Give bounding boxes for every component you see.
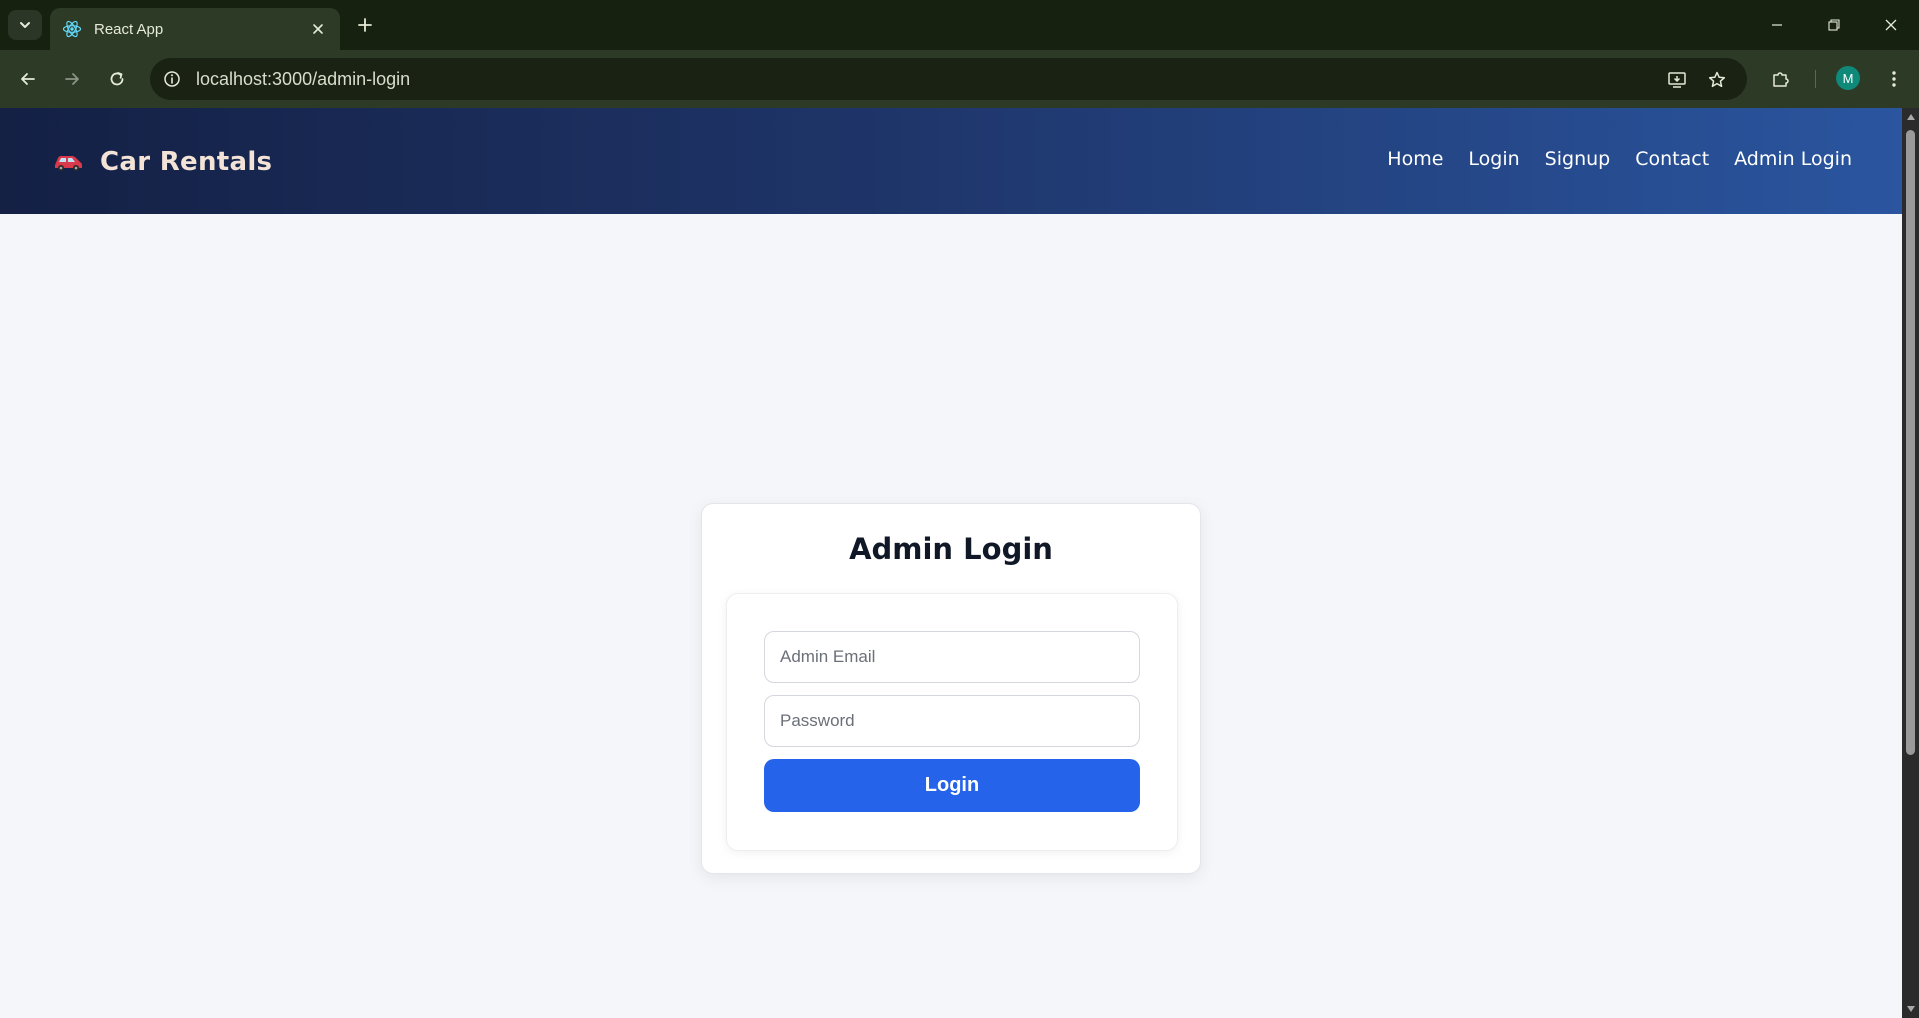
car-icon bbox=[55, 156, 82, 171]
browser-tab-strip: React App bbox=[0, 0, 1919, 50]
main-nav: Home Login Signup Contact Admin Login bbox=[1387, 148, 1852, 170]
tab-search-button[interactable] bbox=[8, 10, 42, 40]
admin-login-form: Login bbox=[726, 593, 1178, 851]
scroll-up-icon[interactable] bbox=[1905, 112, 1916, 122]
install-icon[interactable] bbox=[1664, 67, 1690, 93]
star-icon[interactable] bbox=[1704, 67, 1730, 93]
browser-tab-active[interactable]: React App bbox=[50, 8, 340, 50]
nav-signup-link[interactable]: Signup bbox=[1545, 148, 1611, 170]
toolbar-divider bbox=[1815, 70, 1816, 88]
scroll-down-icon[interactable] bbox=[1905, 1004, 1916, 1014]
plus-icon bbox=[358, 18, 372, 32]
reload-icon bbox=[110, 72, 124, 86]
login-button[interactable]: Login bbox=[764, 759, 1140, 812]
brand-name: Car Rentals bbox=[100, 147, 273, 177]
close-window-button[interactable] bbox=[1876, 10, 1906, 40]
react-icon bbox=[62, 19, 82, 39]
nav-admin-login-link[interactable]: Admin Login bbox=[1734, 148, 1852, 170]
profile-avatar[interactable]: M bbox=[1836, 66, 1860, 90]
arrow-left-icon bbox=[21, 73, 35, 85]
restore-icon bbox=[1828, 19, 1840, 31]
minimize-button[interactable] bbox=[1762, 10, 1792, 40]
password-field[interactable] bbox=[764, 695, 1140, 747]
nav-login-link[interactable]: Login bbox=[1468, 148, 1519, 170]
puzzle-icon[interactable] bbox=[1765, 63, 1797, 95]
chevron-down-icon bbox=[20, 22, 30, 28]
site-header: Car Rentals Home Login Signup Contact Ad… bbox=[0, 108, 1902, 214]
brand-logo[interactable]: Car Rentals bbox=[52, 144, 272, 180]
admin-login-card: Admin Login Login bbox=[701, 503, 1201, 874]
close-icon bbox=[1885, 19, 1897, 31]
page-viewport: Car Rentals Home Login Signup Contact Ad… bbox=[0, 108, 1902, 1018]
address-url[interactable]: localhost:3000/admin-login bbox=[196, 69, 410, 90]
minimize-icon bbox=[1772, 24, 1782, 26]
close-icon[interactable] bbox=[306, 17, 330, 41]
restore-button[interactable] bbox=[1819, 10, 1849, 40]
info-icon[interactable] bbox=[160, 67, 184, 91]
admin-email-field[interactable] bbox=[764, 631, 1140, 683]
arrow-right-icon bbox=[65, 73, 79, 85]
browser-toolbar: localhost:3000/admin-login bbox=[0, 50, 1919, 108]
tab-title: React App bbox=[94, 20, 164, 38]
forward-button[interactable] bbox=[56, 63, 88, 95]
address-bar[interactable]: localhost:3000/admin-login bbox=[150, 58, 1747, 100]
back-button[interactable] bbox=[12, 63, 44, 95]
page-title: Admin Login bbox=[849, 532, 1053, 566]
scroll-thumb[interactable] bbox=[1906, 130, 1915, 755]
kebab-icon[interactable] bbox=[1878, 63, 1910, 95]
nav-contact-link[interactable]: Contact bbox=[1635, 148, 1709, 170]
reload-button[interactable] bbox=[101, 63, 133, 95]
new-tab-button[interactable] bbox=[352, 12, 378, 38]
nav-home-link[interactable]: Home bbox=[1387, 148, 1443, 170]
page-scrollbar[interactable] bbox=[1902, 108, 1919, 1018]
